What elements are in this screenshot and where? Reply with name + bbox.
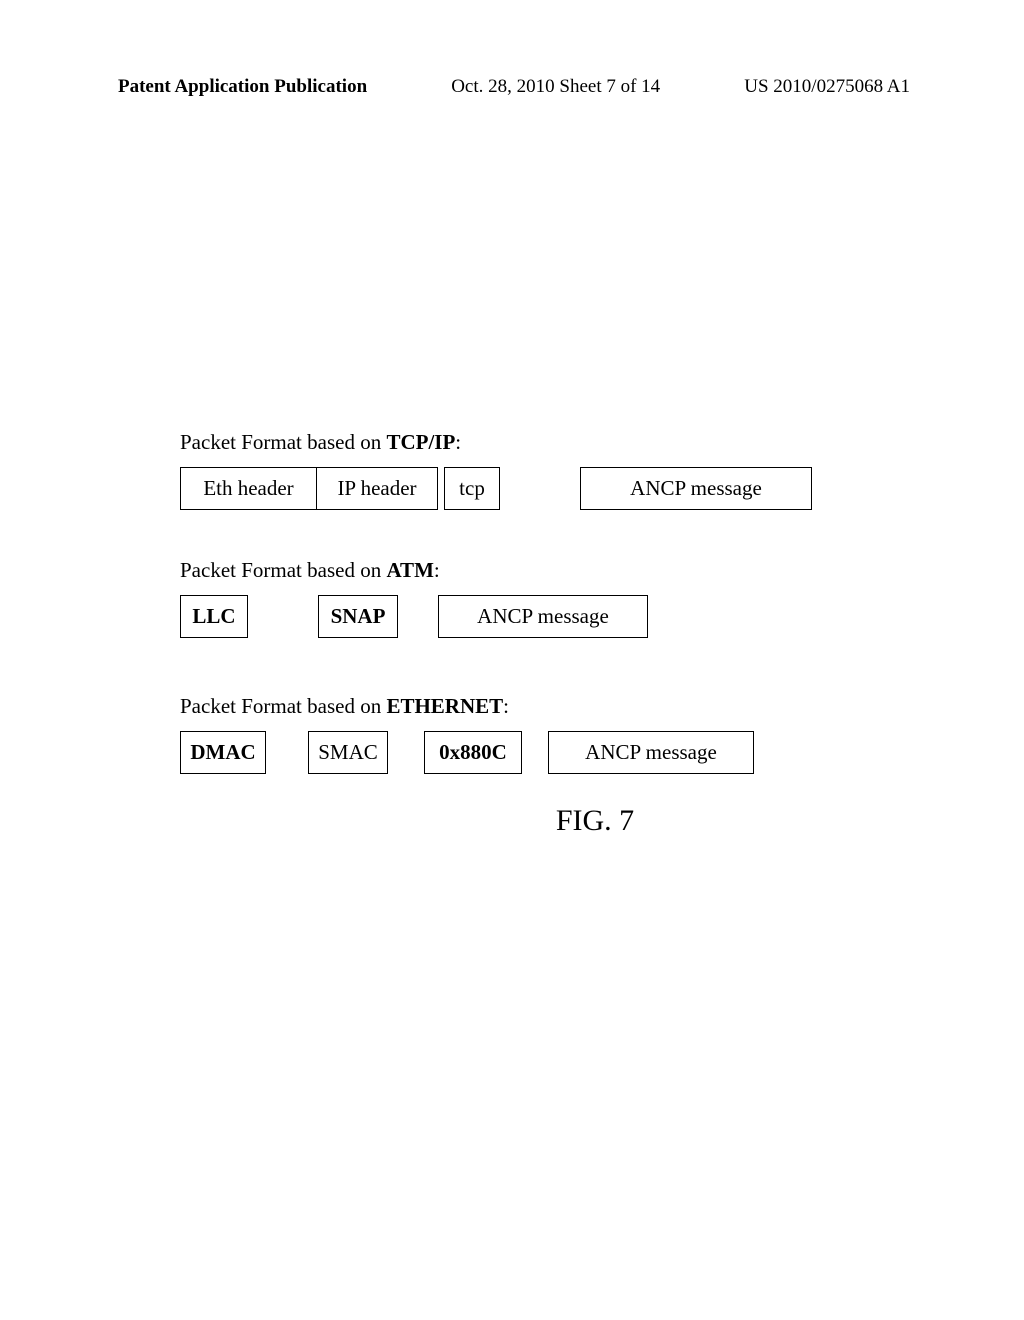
box-tcp: tcp	[444, 467, 500, 510]
atm-label-suffix: :	[434, 558, 440, 582]
box-ancp-atm: ANCP message	[438, 595, 648, 638]
atm-label-prefix: Packet Format based on	[180, 558, 386, 582]
tcpip-label-bold: TCP/IP	[386, 430, 455, 454]
box-eth-header: Eth header	[180, 467, 316, 510]
ethernet-packet-row: DMAC SMAC 0x880C ANCP message	[180, 731, 880, 774]
atm-label-bold: ATM	[386, 558, 433, 582]
box-dmac: DMAC	[180, 731, 266, 774]
atm-label: Packet Format based on ATM:	[180, 558, 880, 583]
page-header: Patent Application Publication Oct. 28, …	[0, 76, 1024, 98]
figure-content: Packet Format based on TCP/IP: Eth heade…	[180, 430, 880, 838]
box-smac: SMAC	[308, 731, 388, 774]
box-ethertype: 0x880C	[424, 731, 522, 774]
figure-number-label: FIG. 7	[310, 804, 880, 838]
box-ip-header: IP header	[316, 467, 438, 510]
ethernet-label: Packet Format based on ETHERNET:	[180, 694, 880, 719]
ethernet-label-suffix: :	[503, 694, 509, 718]
atm-packet-row: LLC SNAP ANCP message	[180, 595, 880, 638]
tcpip-label: Packet Format based on TCP/IP:	[180, 430, 880, 455]
box-ancp-ethernet: ANCP message	[548, 731, 754, 774]
header-patent-number: US 2010/0275068 A1	[744, 76, 910, 98]
box-ancp-tcpip: ANCP message	[580, 467, 812, 510]
box-llc: LLC	[180, 595, 248, 638]
header-publication: Patent Application Publication	[118, 76, 367, 98]
ethernet-label-prefix: Packet Format based on	[180, 694, 386, 718]
header-date-sheet: Oct. 28, 2010 Sheet 7 of 14	[451, 76, 660, 98]
ethernet-label-bold: ETHERNET	[386, 694, 503, 718]
tcpip-packet-row: Eth header IP header tcp ANCP message	[180, 467, 880, 510]
box-snap: SNAP	[318, 595, 398, 638]
tcpip-label-prefix: Packet Format based on	[180, 430, 386, 454]
tcpip-label-suffix: :	[455, 430, 461, 454]
